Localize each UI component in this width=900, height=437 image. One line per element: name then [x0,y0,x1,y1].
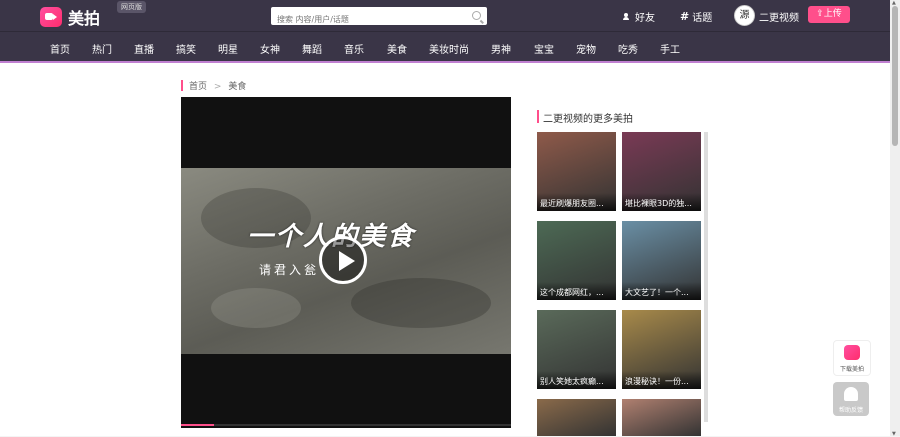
breadcrumb-home[interactable]: 首页 [189,82,207,92]
video-player[interactable]: 一个人的美食 请君入瓮 [181,97,511,428]
nav-item-music[interactable]: 音乐 [344,41,364,56]
nav-item-dance[interactable]: 舞蹈 [302,41,322,56]
nav-item-baby[interactable]: 宝宝 [534,41,554,56]
help-ghost-icon [844,387,858,401]
page-scrollbar[interactable]: ▲ ▼ [890,0,900,437]
nav-item-goddess[interactable]: 女神 [260,41,280,56]
related-video-caption: 这个成都网红，... [537,282,616,300]
nav-item-handcraft[interactable]: 手工 [660,41,680,56]
breadcrumb: 首页 > 美食 [189,79,246,92]
scroll-up-arrow[interactable]: ▲ [892,0,898,6]
category-nav: 首页 热门 直播 搞笑 明星 女神 舞蹈 音乐 美食 美妆时尚 男神 宝宝 宠物… [0,31,890,62]
frame-shade [351,278,491,328]
upload-button[interactable]: ⇪上传 [808,6,850,23]
nav-item-eating-show[interactable]: 吃秀 [618,41,638,56]
user-icon [623,12,632,21]
frame-shade [211,288,301,328]
related-video-caption: 浪漫秘诀！一份... [622,371,701,389]
related-video-thumb[interactable]: 浪漫秘诀！一份... [622,310,701,389]
top-header: 美拍 网页版 好友 # 话题 源 二更视频 ⇪上传 [0,0,890,31]
nav-item-stars[interactable]: 明星 [218,41,238,56]
nav-item-hot[interactable]: 热门 [92,41,112,56]
related-video-thumb[interactable]: 大文艺了！一个... [622,221,701,300]
friends-label: 好友 [635,13,655,24]
nav-item-funny[interactable]: 搞笑 [176,41,196,56]
chevron-right-icon: > [213,82,222,92]
nav-item-live[interactable]: 直播 [134,41,154,56]
related-video-caption: 大文艺了！一个... [622,282,701,300]
related-video-thumb[interactable]: 这个成都网红，... [537,221,616,300]
web-version-badge: 网页版 [117,1,146,13]
sidebar-title-marker [537,110,539,123]
search-box[interactable] [271,7,487,29]
related-video-thumb[interactable] [622,399,701,436]
download-app-button[interactable]: 下载美拍 [833,340,871,376]
video-subtitle: 请君入瓮 [259,263,320,277]
video-frame: 一个人的美食 请君入瓮 [181,168,511,354]
logo-text: 美拍 [68,9,101,28]
upload-label: 上传 [823,9,842,19]
username[interactable]: 二更视频 [759,9,799,24]
related-video-caption: 别人笑她太疯癫... [537,371,616,389]
topics-label: 话题 [692,13,713,24]
video-progress-bar[interactable] [181,424,511,426]
meipai-app-icon [844,345,860,360]
scrollbar-thumb[interactable] [892,6,898,146]
topics-link[interactable]: # 话题 [680,9,712,24]
logo[interactable]: 美拍 [40,5,100,29]
play-icon[interactable] [319,236,367,284]
nav-item-male-idol[interactable]: 男神 [491,41,511,56]
hashtag-icon: # [680,10,690,23]
friends-link[interactable]: 好友 [623,9,655,24]
nav-item-food[interactable]: 美食 [387,41,407,56]
upload-icon: ⇪ [816,9,824,19]
search-input[interactable] [277,10,462,29]
nav-item-beauty[interactable]: 美妆时尚 [429,41,469,56]
scroll-down-arrow[interactable]: ▼ [892,431,898,437]
avatar[interactable]: 源 [734,5,755,26]
download-app-label: 下载美拍 [839,366,864,373]
related-video-thumb[interactable]: 堪比裸眼3D的独... [622,132,701,211]
related-video-thumb[interactable]: 最近刷爆朋友圈... [537,132,616,211]
video-progress-fill [181,424,214,426]
related-video-caption: 最近刷爆朋友圈... [537,193,616,211]
nav-item-pets[interactable]: 宠物 [576,41,596,56]
related-video-thumb[interactable]: 别人笑她太疯癫... [537,310,616,389]
help-feedback-label: 帮助反馈 [838,407,863,414]
sidebar-scrollbar[interactable] [704,132,708,422]
search-icon[interactable] [472,11,481,20]
breadcrumb-marker [181,80,183,91]
related-video-thumb[interactable] [537,399,616,436]
sidebar-title: 二更视频的更多美拍 [543,114,633,125]
help-feedback-button[interactable]: 帮助反馈 [833,382,869,416]
nav-item-home[interactable]: 首页 [50,41,70,56]
related-video-caption: 堪比裸眼3D的独... [622,193,701,211]
meipai-logo-icon [40,7,62,27]
breadcrumb-current[interactable]: 美食 [228,82,246,92]
